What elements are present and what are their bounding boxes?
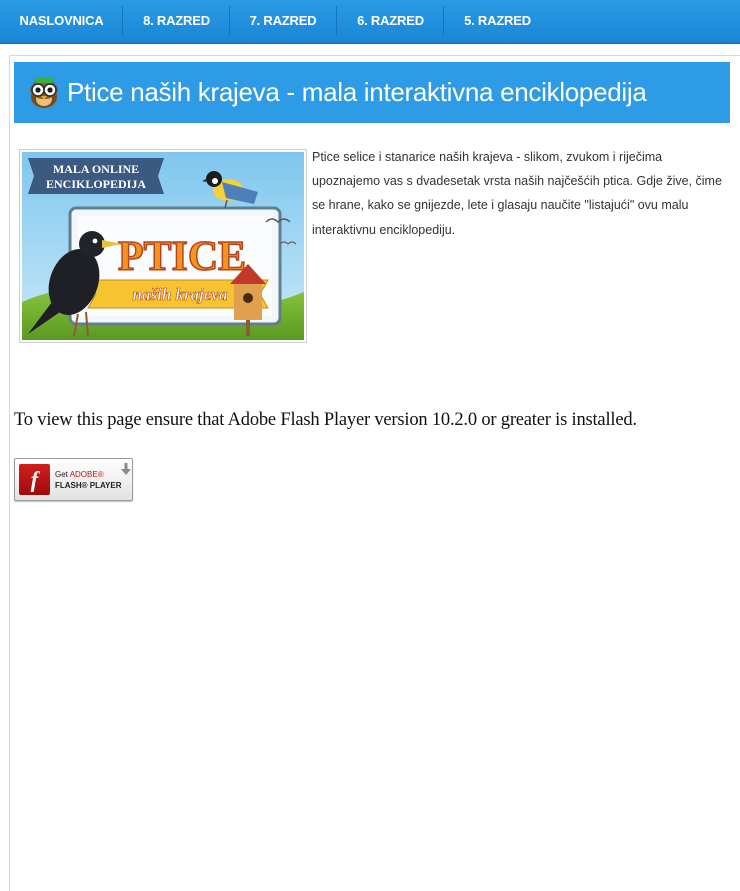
nav-separator: [229, 6, 230, 36]
flash-badge-product: FLASH® PLAYER: [55, 481, 122, 490]
nav-separator: [336, 6, 337, 36]
nav-item-5-razred[interactable]: 5. RAZRED: [450, 0, 545, 42]
top-navigation: NASLOVNICA 8. RAZRED 7. RAZRED 6. RAZRED…: [0, 0, 740, 44]
page-title: Ptice naših krajeva - mala interaktivna …: [67, 77, 647, 107]
cover-headline: PTICE: [118, 234, 246, 280]
flash-badge-line-1: Get ADOBE®: [55, 470, 104, 479]
encyclopedia-cover-image: MALA ONLINE ENCIKLOPEDIJA PTICE naših kr…: [22, 152, 304, 340]
page-title-bar: Ptice naših krajeva - mala interaktivna …: [14, 62, 730, 123]
banner-line-2: ENCIKLOPEDIJA: [46, 177, 146, 191]
nav-item-naslovnica[interactable]: NASLOVNICA: [10, 0, 113, 42]
banner-line-1: MALA ONLINE: [53, 162, 139, 176]
nav-separator: [122, 6, 123, 36]
nav-item-8-razred[interactable]: 8. RAZRED: [130, 0, 223, 42]
flash-required-message: To view this page ensure that Adobe Flas…: [14, 410, 637, 430]
nav-separator: [443, 6, 444, 36]
owl-icon: [30, 78, 58, 108]
page-description: Ptice selice i stanarice naših krajeva -…: [312, 150, 722, 237]
encyclopedia-thumbnail[interactable]: MALA ONLINE ENCIKLOPEDIJA PTICE naših kr…: [19, 149, 307, 343]
nav-item-6-razred[interactable]: 6. RAZRED: [343, 0, 438, 42]
get-flash-player-button[interactable]: f Get ADOBE® FLASH® PLAYER: [14, 458, 133, 501]
download-arrow-icon: [121, 463, 131, 475]
cover-subline: naših krajeva: [133, 285, 228, 304]
flash-logo-icon: f: [19, 464, 50, 495]
nav-item-7-razred[interactable]: 7. RAZRED: [236, 0, 330, 42]
